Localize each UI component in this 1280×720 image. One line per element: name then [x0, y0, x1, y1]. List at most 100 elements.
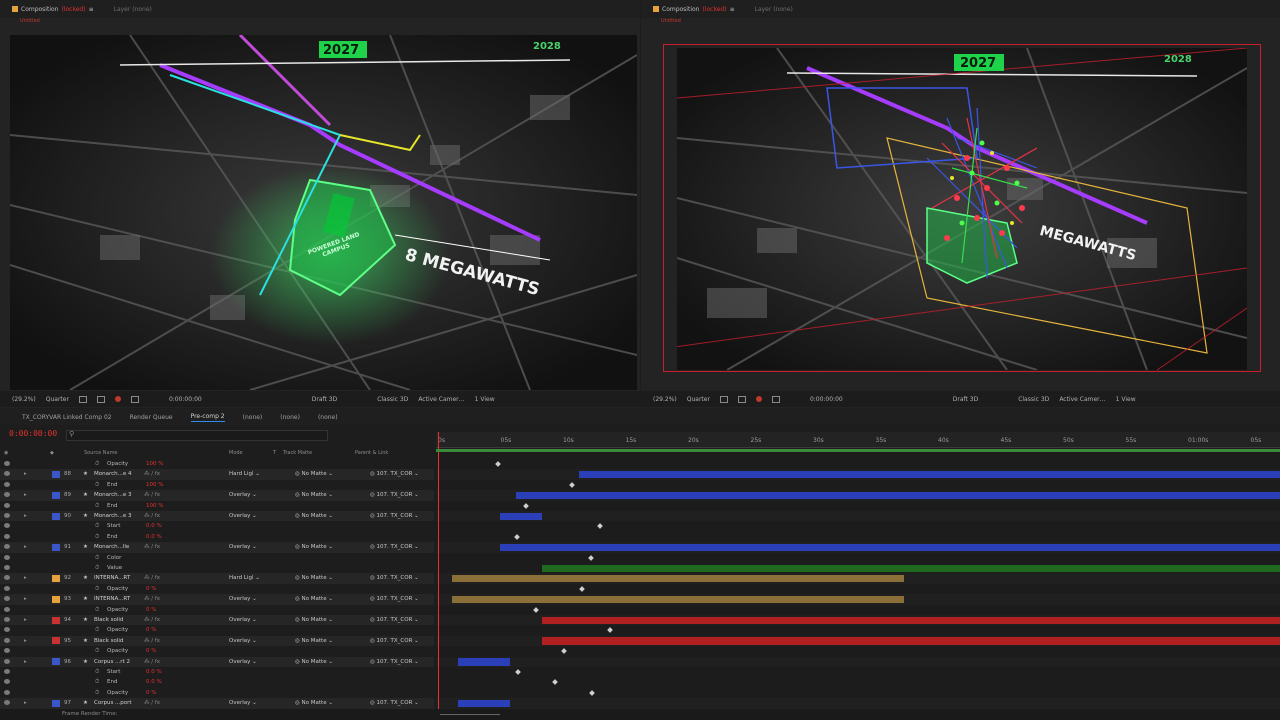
track-matte-header[interactable]: Track Matte	[283, 450, 312, 456]
timeline-current-time[interactable]: 0:00:00:00	[9, 429, 57, 438]
zoom-slider[interactable]	[440, 714, 500, 715]
blend-mode-dropdown[interactable]: Overlay ⌄	[229, 638, 257, 644]
layer-row[interactable]: ▸ 96 ★ Corpus ...rt 2 ⁂ ∕ fx Overlay ⌄ ◎ No Ma…	[0, 656, 434, 667]
tab-layer-right[interactable]: Layer (none)	[755, 6, 793, 13]
expand-twirl-icon[interactable]: ▸	[24, 596, 27, 602]
layer-switches[interactable]: ⁂ ∕ fx	[144, 617, 160, 623]
layer-switches[interactable]: ⁂ ∕ fx	[144, 596, 160, 602]
keyframe-icon[interactable]	[514, 533, 520, 540]
track-matte-dropdown[interactable]: ◎ No Matte ⌄	[295, 471, 333, 477]
track-matte-dropdown[interactable]: ◎ No Matte ⌄	[295, 492, 333, 498]
property-value[interactable]: 0.0 %	[146, 534, 162, 540]
label-color-swatch[interactable]	[52, 470, 60, 478]
property-value[interactable]: 100 %	[146, 503, 163, 509]
blend-mode-dropdown[interactable]: Overlay ⌄	[229, 700, 257, 706]
layer-track[interactable]	[436, 594, 1280, 605]
keyframe-icon[interactable]	[607, 627, 613, 634]
parent-link-dropdown[interactable]: ◎ 107. TX_COR ⌄	[370, 659, 419, 665]
work-area-bar[interactable]	[436, 449, 1280, 452]
renderer-dropdown-right[interactable]: Draft 3D	[953, 396, 978, 403]
stopwatch-icon[interactable]: ⏱	[95, 648, 99, 655]
visibility-toggle-icon[interactable]	[4, 648, 10, 654]
tab-composition-left[interactable]: Composition (locked) ≡	[12, 6, 94, 13]
parent-link-dropdown[interactable]: ◎ 107. TX_COR ⌄	[370, 700, 419, 706]
parent-link-header[interactable]: Parent & Link	[355, 450, 388, 456]
visibility-toggle-icon[interactable]	[4, 502, 10, 508]
track-matte-dropdown[interactable]: ◎ No Matte ⌄	[295, 659, 333, 665]
property-row[interactable]: ⏱ Opacity 0 %	[0, 646, 434, 656]
parent-link-dropdown[interactable]: ◎ 107. TX_COR ⌄	[370, 596, 419, 602]
property-row[interactable]: ⏱ Value	[0, 563, 434, 573]
time-ruler[interactable]: 0s 05s 10s 15s 20s 25s 30s 35s 40s 45s 50s 55s 01:00…	[436, 432, 1280, 448]
visibility-toggle-icon[interactable]	[4, 554, 10, 560]
track-matte-dropdown[interactable]: ◎ No Matte ⌄	[295, 544, 333, 550]
visibility-toggle-icon[interactable]	[4, 606, 10, 612]
property-row[interactable]: ⏱ Color	[0, 553, 434, 563]
views-dropdown-left[interactable]: 1 View	[475, 396, 495, 403]
stopwatch-icon[interactable]: ⏱	[95, 679, 99, 686]
visibility-toggle-icon[interactable]	[4, 565, 10, 570]
tab-render-queue[interactable]: Render Queue	[130, 414, 173, 421]
property-value[interactable]: 0.0 %	[146, 523, 162, 529]
property-value[interactable]: 0 %	[146, 648, 156, 654]
source-name-header[interactable]: Source Name	[84, 450, 118, 456]
tab-linked-comp[interactable]: TX_CORYVAR Linked Comp 02	[22, 414, 112, 421]
property-row[interactable]: ⏱ Opacity 0 %	[0, 605, 434, 615]
parent-link-dropdown[interactable]: ◎ 107. TX_COR ⌄	[370, 492, 419, 498]
track-matte-dropdown[interactable]: ◎ No Matte ⌄	[295, 700, 333, 706]
parent-link-dropdown[interactable]: ◎ 107. TX_COR ⌄	[370, 638, 419, 644]
visibility-toggle-icon[interactable]	[4, 596, 10, 602]
expand-twirl-icon[interactable]: ▸	[24, 471, 27, 477]
layer-name[interactable]: Black solid	[94, 617, 123, 623]
expand-twirl-icon[interactable]: ▸	[24, 575, 27, 581]
property-track[interactable]	[436, 646, 1280, 656]
label-color-swatch[interactable]	[52, 616, 60, 624]
visibility-toggle-icon[interactable]	[4, 461, 10, 466]
layer-duration-bar[interactable]	[500, 512, 542, 520]
property-track[interactable]	[436, 553, 1280, 563]
t-header[interactable]: T	[273, 450, 276, 456]
views-dropdown-right[interactable]: 1 View	[1116, 396, 1136, 403]
property-row[interactable]: ⏱ Start 0.0 %	[0, 667, 434, 677]
layer-tracks[interactable]	[436, 449, 1280, 713]
zoom-dropdown-right[interactable]: (29.2%)	[653, 396, 677, 403]
stopwatch-icon[interactable]: ⏱	[95, 690, 99, 697]
engine-dropdown-left[interactable]: Classic 3D	[377, 396, 408, 403]
visibility-toggle-icon[interactable]	[4, 575, 10, 581]
property-track[interactable]	[436, 480, 1280, 490]
property-value[interactable]: 0 %	[146, 627, 156, 633]
stopwatch-icon[interactable]: ⏱	[95, 482, 99, 489]
keyframe-icon[interactable]	[588, 554, 594, 561]
property-value[interactable]: 0.0 %	[146, 679, 162, 685]
track-matte-dropdown[interactable]: ◎ No Matte ⌄	[295, 513, 333, 519]
renderer-dropdown-left[interactable]: Draft 3D	[312, 396, 337, 403]
keyframe-icon[interactable]	[597, 523, 603, 530]
stopwatch-icon[interactable]: ⏱	[95, 534, 99, 541]
keyframe-icon[interactable]	[495, 461, 501, 467]
blend-mode-dropdown[interactable]: Overlay ⌄	[229, 544, 257, 550]
property-value[interactable]: 0 %	[146, 586, 156, 592]
track-matte-dropdown[interactable]: ◎ No Matte ⌄	[295, 575, 333, 581]
property-row[interactable]: ⏱ Start 0.0 %	[0, 521, 434, 531]
layer-track[interactable]	[436, 542, 1280, 553]
stopwatch-icon[interactable]: ⏱	[95, 503, 99, 510]
visibility-toggle-icon[interactable]	[4, 617, 10, 622]
layer-row[interactable]: ▸ 89 ★ Monarch...e 3 ⁂ ∕ fx Overlay ⌄ ◎ No Mat…	[0, 490, 434, 501]
color-value-bar[interactable]	[542, 564, 1280, 572]
tab-composition-right[interactable]: Composition (locked) ≡	[653, 6, 735, 13]
blend-mode-dropdown[interactable]: Hard Ligl ⌄	[229, 575, 260, 581]
layer-switches[interactable]: ⁂ ∕ fx	[144, 471, 160, 477]
layer-switches[interactable]: ⁂ ∕ fx	[144, 544, 160, 550]
keyframe-icon[interactable]	[552, 679, 558, 686]
visibility-toggle-icon[interactable]	[4, 689, 10, 695]
parent-link-dropdown[interactable]: ◎ 107. TX_COR ⌄	[370, 471, 419, 477]
property-track[interactable]	[436, 625, 1280, 635]
layer-name[interactable]: Corpus ...rt 2	[94, 659, 130, 665]
property-track[interactable]	[436, 677, 1280, 687]
grid-icon[interactable]	[737, 395, 746, 403]
stopwatch-icon[interactable]: ⏱	[95, 461, 99, 468]
resolution-dropdown-right[interactable]: Quarter	[687, 396, 710, 403]
property-track[interactable]	[436, 501, 1280, 511]
layer-row[interactable]: ▸ 93 ★ INTERNA...RT ⁂ ∕ fx Overlay ⌄ ◎ No Matt…	[0, 594, 434, 605]
layer-row[interactable]: ▸ 94 ★ Black solid ⁂ ∕ fx Overlay ⌄ ◎ No Matte…	[0, 615, 434, 626]
